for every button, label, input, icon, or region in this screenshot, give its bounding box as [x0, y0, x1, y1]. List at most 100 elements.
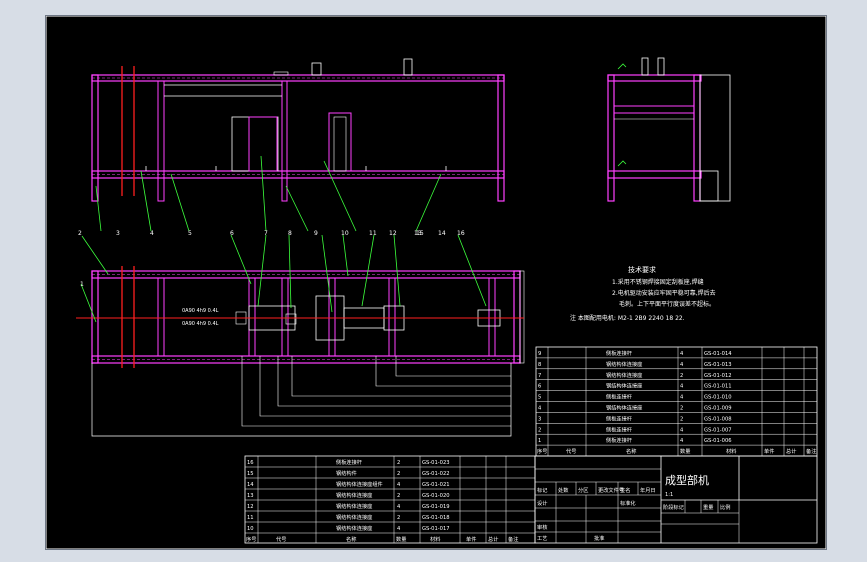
parts-left-name: 钢结构体连接座	[336, 513, 372, 521]
parts-left-no: 16	[247, 460, 254, 466]
parts-left-name: 钢结构体连接座	[336, 491, 372, 499]
parts-right-no: 5	[538, 395, 541, 401]
scale-value: 1:1	[665, 492, 673, 498]
parts-left-no: 14	[247, 482, 254, 488]
balloon-6: 6	[230, 230, 234, 237]
parts-right-code: GS-01-013	[704, 362, 732, 368]
parts-left-name: 钢结构件	[336, 469, 357, 477]
parts-right-code: GS-01-014	[704, 351, 732, 357]
balloon-15: 15	[416, 230, 424, 237]
parts-left-qty: 2	[397, 460, 400, 466]
technical-notes: 技术要求 1.采用不锈钢焊接固定刮板座,焊缝 2.电机驱动安装应牢固平稳可靠,焊…	[570, 265, 716, 322]
parts-right-code: GS-01-010	[704, 395, 732, 401]
parts-left-name: 钢结构体连接座	[336, 524, 372, 532]
drawing-frame	[46, 16, 826, 549]
notes-line-3: 毛刺。上下平面平行度误差不超标。	[619, 300, 715, 308]
parts-left-name: 侧板连接杆	[336, 458, 362, 466]
parts-left-no: 13	[247, 493, 254, 499]
parts-right-header: 名称	[626, 447, 636, 455]
parts-right-no: 8	[538, 362, 541, 368]
parts-right-name: 侧板连接杆	[606, 414, 632, 422]
parts-right-header: 总计	[786, 447, 796, 455]
parts-left-qty: 2	[397, 471, 400, 477]
tb-check: 审核	[537, 523, 547, 531]
balloon-16: 16	[457, 230, 465, 237]
part-balloons: 12 3 4 5 6 7 8 9 10 11 12 13 1415 16	[78, 230, 465, 288]
tb-process: 工艺	[537, 535, 547, 542]
parts-list-right: 9 侧板连接杆 4 GS-01-014 8 钢结构体连接座 4 GS-01-013 7 钢结构体连…	[535, 346, 818, 457]
parts-right-no: 7	[538, 373, 541, 379]
tb-weight: 重量	[703, 503, 713, 511]
cad-drawing-canvas[interactable]: 1 2 3 4 5 6 7 8 9 10 11 12 13 14 15 16 0A90 4h9 0.4L 0A…	[45, 15, 827, 550]
balloon-2: 2	[78, 230, 82, 237]
parts-left-header: 名称	[346, 535, 356, 543]
parts-left-qty: 4	[397, 504, 401, 510]
side-view	[607, 57, 731, 202]
parts-right-qty: 4	[680, 384, 684, 390]
parts-right-no: 3	[538, 416, 541, 422]
parts-right-code: GS-01-009	[704, 406, 732, 412]
parts-left-code: GS-01-023	[422, 460, 450, 466]
parts-right-name: 侧板连接杆	[606, 393, 632, 401]
balloon-7: 7	[264, 230, 268, 237]
balloon-1: 1	[80, 281, 84, 288]
parts-left-code: GS-01-017	[422, 526, 450, 532]
notes-line-1: 1.采用不锈钢焊接固定刮板座,焊缝	[612, 278, 704, 286]
parts-right-name: 钢结构体连接座	[606, 382, 642, 390]
front-view	[91, 58, 505, 202]
parts-right-qty: 2	[680, 416, 683, 422]
tb-sign: 签名	[620, 486, 630, 494]
parts-right-name: 钢结构体连接座	[606, 371, 642, 379]
parts-right-qty: 4	[680, 395, 684, 401]
tb-date: 年月日	[640, 486, 656, 494]
parts-right-header: 数量	[680, 447, 690, 455]
parts-left-code: GS-01-022	[422, 471, 450, 477]
parts-list-left: 16 侧板连接杆 2 GS-01-023 15 钢结构件 2 GS-01-022 14 钢结构体连…	[244, 455, 536, 544]
inner-text-1: 0A90 4h9 0.4L	[182, 308, 219, 314]
balloon-12: 12	[389, 230, 397, 237]
tb-approve: 批准	[594, 534, 604, 542]
tb-design: 设计	[537, 499, 547, 507]
parts-right-code: GS-01-006	[704, 438, 732, 444]
assembly-drawing: 12 3 4 5 6 7 8 9 10 11 12 13 1415 16 0A90 4h9 0.4L 0A…	[46, 16, 826, 549]
parts-left-no: 11	[247, 515, 254, 521]
inner-text-2: 0A90 4h9 0.4L	[182, 321, 219, 327]
notes-line-2: 2.电机驱动安装应牢固平稳可靠,焊后去	[612, 289, 716, 297]
parts-right-qty: 4	[680, 362, 684, 368]
balloon-14: 14	[438, 230, 446, 237]
parts-right-name: 侧板连接杆	[606, 425, 632, 433]
parts-right-qty: 2	[680, 406, 683, 412]
balloon-5: 5	[188, 230, 192, 237]
tb-mark: 标记	[537, 486, 547, 494]
parts-left-header: 数量	[396, 535, 406, 543]
parts-left-code: GS-01-018	[422, 515, 450, 521]
parts-right-no: 9	[538, 351, 541, 357]
parts-right-name: 钢结构体连接座	[606, 404, 642, 412]
balloon-11: 11	[369, 230, 377, 237]
parts-right-no: 1	[538, 438, 541, 444]
parts-left-header: 代号	[276, 535, 286, 543]
top-view	[76, 266, 525, 437]
tb-ratio: 比例	[720, 503, 730, 511]
leader-lines	[80, 155, 487, 323]
parts-right-header: 材料	[726, 447, 736, 455]
parts-right-header: 单件	[764, 447, 774, 455]
parts-right-no: 2	[538, 427, 541, 433]
parts-left-qty: 4	[397, 482, 401, 488]
balloon-9: 9	[314, 230, 318, 237]
parts-left-no: 10	[247, 526, 254, 532]
balloon-8: 8	[288, 230, 292, 237]
parts-left-name: 钢结构体连接座	[336, 502, 372, 510]
parts-left-header: 单件	[466, 535, 476, 543]
balloon-3: 3	[116, 230, 120, 237]
parts-left-header: 序号	[246, 535, 256, 543]
parts-right-qty: 4	[680, 427, 684, 433]
tb-std: 标准化	[620, 499, 636, 507]
parts-right-code: GS-01-011	[704, 384, 732, 390]
parts-left-code: GS-01-019	[422, 504, 450, 510]
parts-right-qty: 4	[680, 351, 684, 357]
parts-right-header: 代号	[566, 447, 576, 455]
notes-heading: 技术要求	[628, 265, 656, 274]
parts-left-qty: 4	[397, 526, 401, 532]
parts-right-code: GS-01-008	[704, 416, 732, 422]
